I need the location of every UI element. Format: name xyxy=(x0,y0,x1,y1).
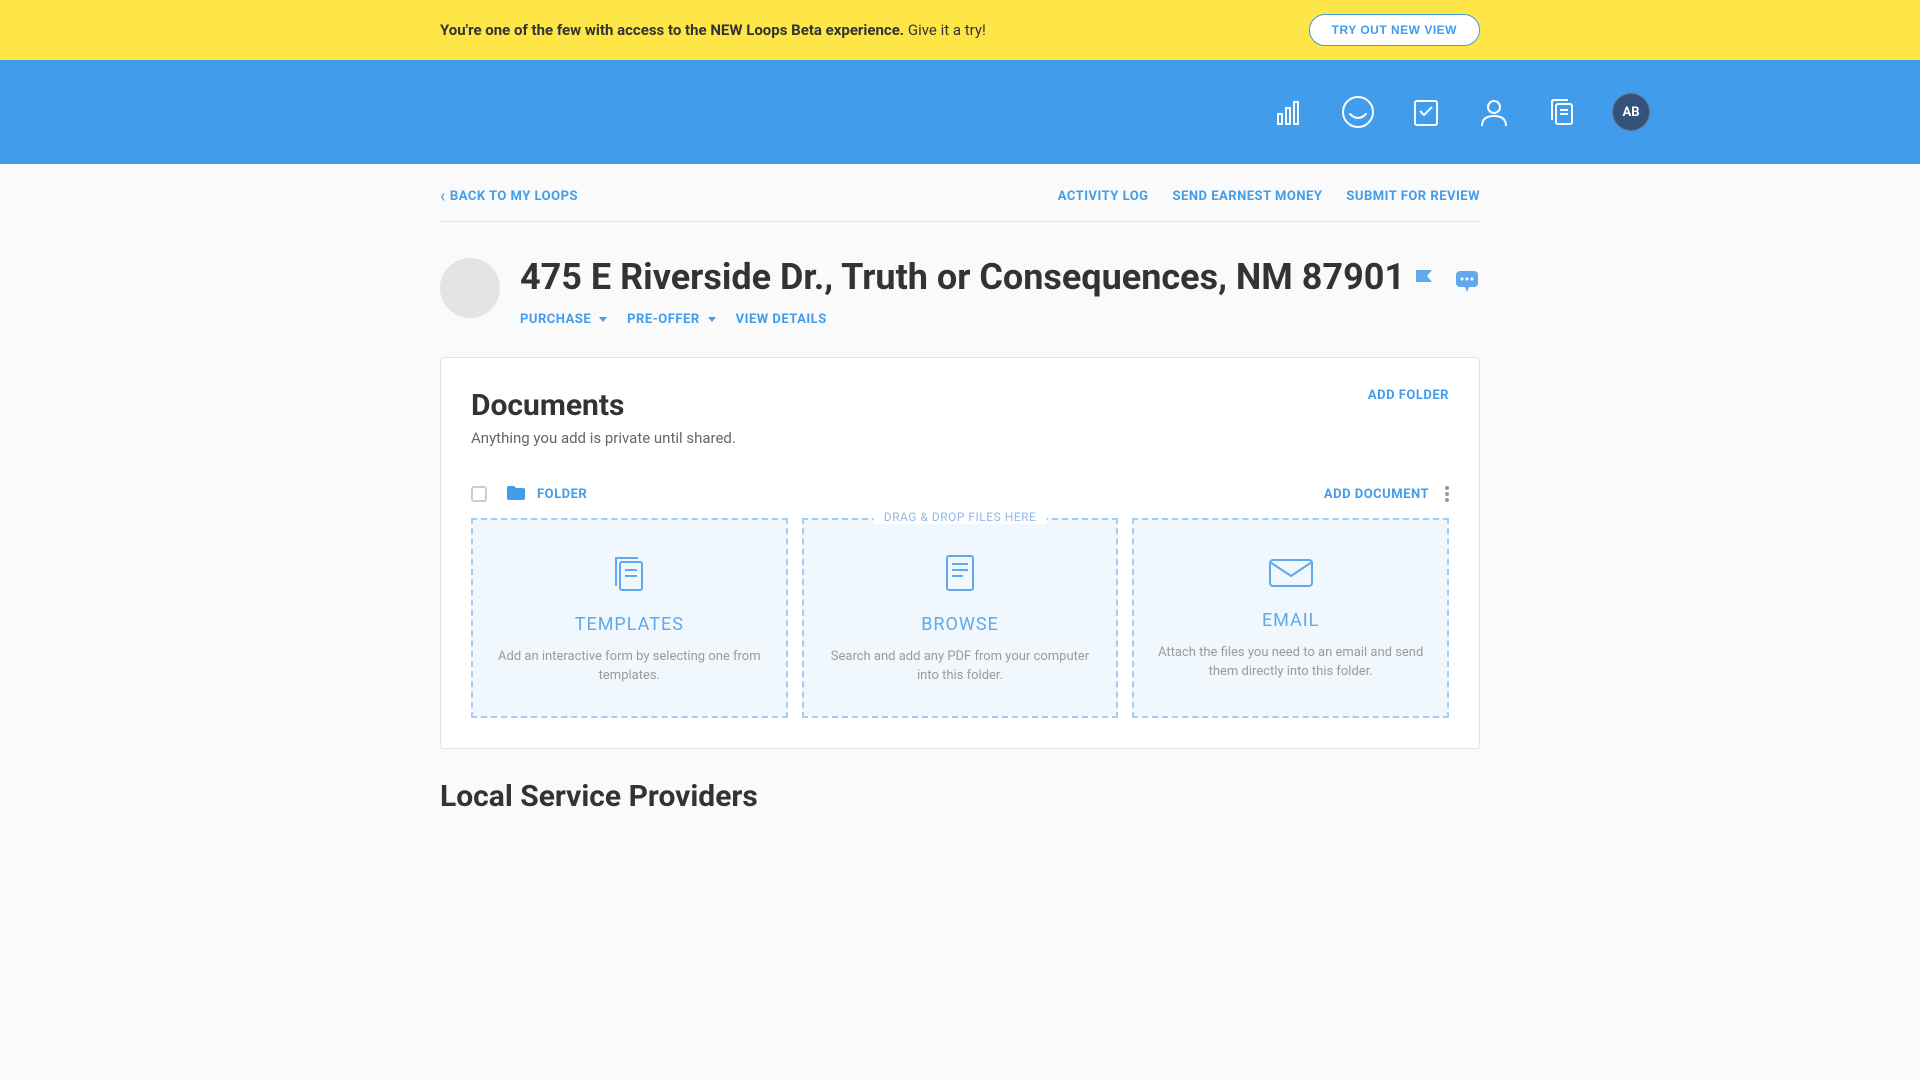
beta-banner: You're one of the few with access to the… xyxy=(0,0,1920,60)
folder-more-menu[interactable] xyxy=(1445,486,1449,502)
templates-desc: Add an interactive form by selecting one… xyxy=(493,647,766,686)
add-document-button[interactable]: ADD DOCUMENT xyxy=(1324,487,1429,502)
person-icon[interactable] xyxy=(1476,94,1512,130)
stage-dropdown[interactable]: PRE-OFFER xyxy=(627,312,716,327)
browse-desc: Search and add any PDF from your compute… xyxy=(824,647,1097,686)
browse-card[interactable]: BROWSE Search and add any PDF from your … xyxy=(802,518,1119,718)
activity-log-link[interactable]: ACTIVITY LOG xyxy=(1058,189,1149,204)
documents-icon[interactable] xyxy=(1544,94,1580,130)
folder-checkbox[interactable] xyxy=(471,486,487,502)
documents-subtitle: Anything you add is private until shared… xyxy=(471,429,736,447)
analytics-icon[interactable] xyxy=(1272,94,1308,130)
beta-banner-text: You're one of the few with access to the… xyxy=(440,21,986,39)
email-desc: Attach the files you need to an email an… xyxy=(1154,643,1427,682)
add-folder-button[interactable]: ADD FOLDER xyxy=(1368,388,1449,403)
documents-title: Documents xyxy=(471,388,736,423)
view-details-link[interactable]: VIEW DETAILS xyxy=(736,312,827,327)
try-new-view-button[interactable]: TRY OUT NEW VIEW xyxy=(1309,14,1480,46)
back-to-loops-link[interactable]: BACK TO MY LOOPS xyxy=(440,186,578,207)
page-title: 475 E Riverside Dr., Truth or Consequenc… xyxy=(520,258,1412,298)
subnav: BACK TO MY LOOPS ACTIVITY LOG SEND EARNE… xyxy=(440,172,1480,222)
property-image-placeholder xyxy=(440,258,500,318)
messages-icon[interactable] xyxy=(1454,268,1480,298)
send-earnest-money-link[interactable]: SEND EARNEST MONEY xyxy=(1173,189,1323,204)
flag-icon[interactable] xyxy=(1412,268,1436,298)
folder-label[interactable]: FOLDER xyxy=(537,487,587,502)
email-icon xyxy=(1266,554,1316,596)
local-service-providers-title: Local Service Providers xyxy=(440,779,1480,814)
email-card[interactable]: EMAIL Attach the files you need to an em… xyxy=(1132,518,1449,718)
browse-title: BROWSE xyxy=(921,614,999,635)
templates-card[interactable]: TEMPLATES Add an interactive form by sel… xyxy=(471,518,788,718)
templates-icon xyxy=(606,550,652,600)
folder-row: FOLDER ADD DOCUMENT xyxy=(471,485,1449,504)
browse-icon xyxy=(937,550,983,600)
transaction-type-dropdown[interactable]: PURCHASE xyxy=(520,312,607,327)
documents-card: Documents Anything you add is private un… xyxy=(440,357,1480,749)
drag-drop-label: DRAG & DROP FILES HERE xyxy=(874,510,1047,524)
folder-icon xyxy=(507,485,525,504)
email-title: EMAIL xyxy=(1262,610,1319,631)
loop-header: 475 E Riverside Dr., Truth or Consequenc… xyxy=(440,222,1480,357)
templates-title: TEMPLATES xyxy=(575,614,684,635)
smile-icon[interactable] xyxy=(1340,94,1376,130)
top-nav: AB xyxy=(0,60,1920,164)
avatar[interactable]: AB xyxy=(1612,93,1650,131)
submit-for-review-link[interactable]: SUBMIT FOR REVIEW xyxy=(1346,189,1480,204)
tasks-icon[interactable] xyxy=(1408,94,1444,130)
